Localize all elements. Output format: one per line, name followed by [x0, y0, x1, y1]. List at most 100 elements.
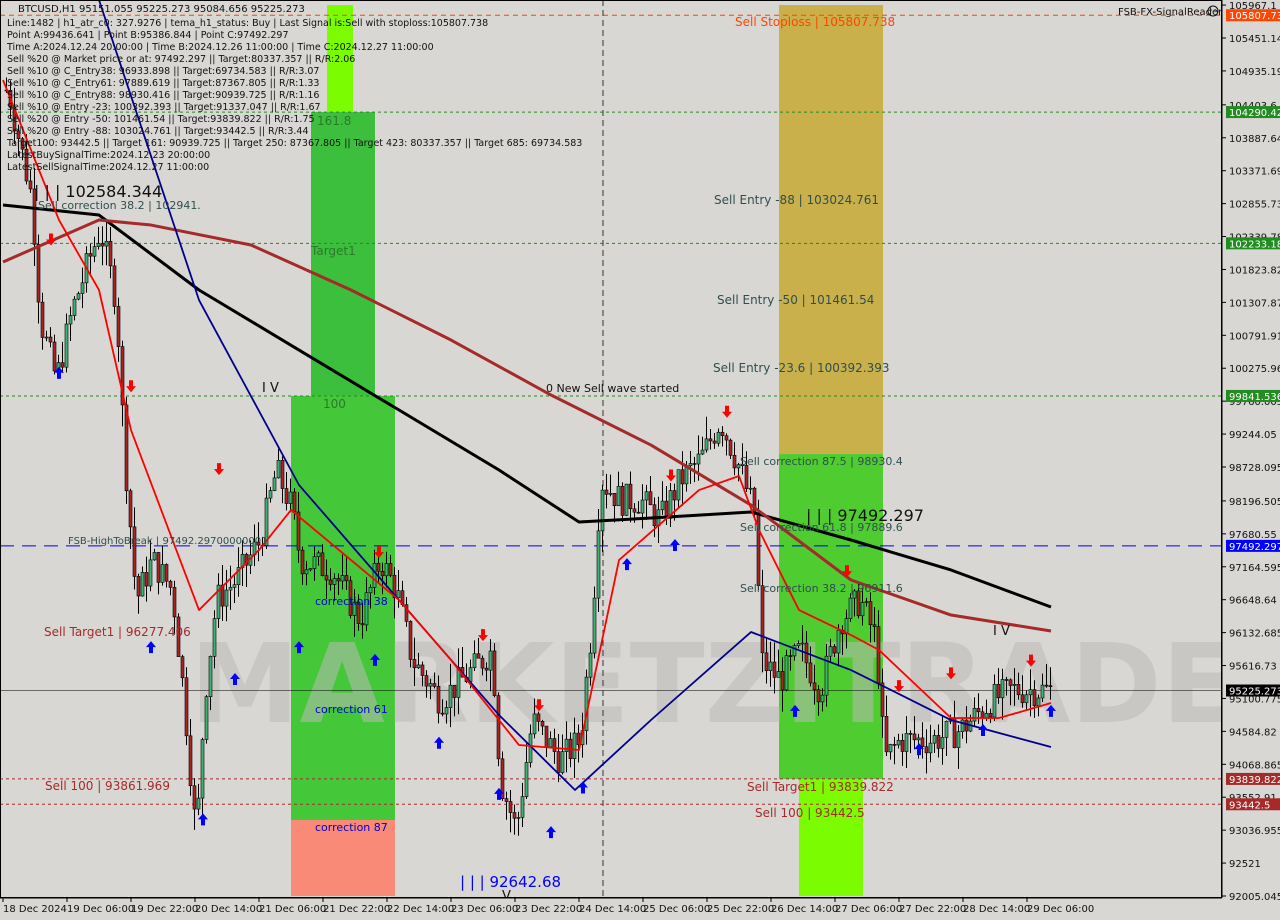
bull-candle	[608, 493, 613, 495]
bull-candle	[800, 642, 805, 645]
bull-candle	[992, 684, 997, 718]
bear-candle	[884, 716, 889, 753]
bull-candle	[896, 740, 901, 746]
info-line: Time A:2024.12.24 20:00:00 | Time B:2024…	[7, 42, 434, 53]
target-zone	[799, 778, 863, 896]
time-tick-label: 20 Dec 14:00	[195, 904, 262, 915]
bull-candle	[308, 568, 313, 571]
bear-candle	[1032, 689, 1037, 707]
price-tick-label: 101823.825	[1229, 265, 1280, 276]
bear-candle	[380, 570, 385, 577]
bear-candle	[292, 491, 297, 513]
bear-candle	[512, 812, 517, 819]
info-line: Sell %10 @ C_Entry38: 96933.898 || Targe…	[7, 66, 320, 77]
bull-candle	[820, 694, 825, 703]
bear-candle	[552, 738, 557, 752]
info-line: Sell %10 @ Entry -23: 100392.393 || Targ…	[7, 102, 321, 113]
bull-candle	[1028, 689, 1033, 696]
bull-candle	[864, 601, 869, 603]
bull-candle	[596, 530, 601, 599]
bear-candle	[484, 667, 489, 671]
bull-candle	[940, 737, 945, 749]
bull-candle	[776, 671, 781, 678]
bull-candle	[796, 643, 801, 646]
price-tick-label: 96648.64	[1229, 596, 1277, 607]
bear-candle	[752, 487, 757, 515]
bear-candle	[172, 587, 177, 618]
time-tick-label: 25 Dec 22:00	[707, 904, 774, 915]
info-line: LatestSellSignalTime:2024.12.27 11:00:00	[7, 162, 210, 173]
time-tick-label: 28 Dec 14:00	[963, 904, 1030, 915]
bull-candle	[140, 572, 145, 597]
sell-entry-88-label: Sell Entry -88 | 103024.761	[714, 193, 879, 207]
bear-candle	[996, 684, 1001, 699]
chart-window: MARKETZITRADE Sell Stoploss | 105807.738…	[0, 0, 1280, 920]
bull-candle	[384, 563, 389, 577]
bull-candle	[340, 575, 345, 582]
bear-candle	[128, 490, 133, 528]
bull-candle	[644, 491, 649, 501]
bull-candle	[152, 552, 157, 561]
bear-candle	[284, 488, 289, 504]
bear-candle	[900, 740, 905, 752]
info-line: LatestBuySignalTime:2024.12.23 20:00:00	[7, 150, 211, 161]
bear-candle	[28, 180, 33, 190]
bear-candle	[632, 508, 637, 513]
time-tick-label: 24 Dec 14:00	[579, 904, 646, 915]
bear-candle	[360, 623, 365, 626]
symbol-title: BTCUSD,H1 95151.055 95225.273 95084.656 …	[18, 4, 305, 15]
bull-candle	[792, 645, 797, 657]
bear-candle	[100, 243, 105, 247]
bear-candle	[1020, 694, 1025, 704]
bear-candle	[156, 552, 161, 583]
price-tick-label: 97164.595	[1229, 563, 1280, 574]
price-level-value: 104290.429	[1229, 108, 1280, 119]
buy-arrow-icon	[546, 826, 556, 839]
bear-candle	[1048, 685, 1053, 687]
time-tick-label: 19 Dec 22:00	[131, 904, 198, 915]
bull-candle	[1040, 684, 1045, 699]
sell-target1-left-label: Sell Target1 | 96277.406	[44, 625, 191, 639]
bear-candle	[180, 656, 185, 679]
bear-candle	[132, 526, 137, 577]
sell-arrow-icon	[722, 405, 732, 418]
info-line: Point A:99436.641 | Point B:95386.844 | …	[7, 30, 289, 41]
bull-candle	[660, 500, 665, 511]
bear-candle	[816, 689, 821, 703]
stoploss-label: Sell Stoploss | 105807.738	[735, 15, 895, 29]
bear-candle	[344, 575, 349, 582]
time-tick-label: 19 Dec 06:00	[67, 904, 134, 915]
bear-candle	[328, 579, 333, 585]
bull-candle	[860, 602, 865, 617]
bear-candle	[832, 646, 837, 654]
buy-arrow-icon	[146, 641, 156, 654]
sell-entry-50-label: Sell Entry -50 | 101461.54	[717, 293, 874, 307]
sell-correction-382-label: Sell correction 38.2 | 96911.6	[740, 582, 903, 595]
bear-candle	[612, 493, 617, 507]
bull-candle	[92, 246, 97, 257]
bear-candle	[924, 746, 929, 754]
bull-candle	[848, 597, 853, 619]
bull-candle	[616, 485, 621, 507]
price-tick-label: 104935.19	[1229, 67, 1280, 78]
info-line: Sell %20 @ Entry -50: 101461.54 || Targe…	[7, 114, 315, 125]
fib-100-label: 100	[323, 397, 346, 411]
price-tick-label: 105451.145	[1229, 34, 1280, 45]
price-level-value: 99841.536	[1229, 392, 1280, 403]
bear-candle	[872, 624, 877, 627]
bear-candle	[184, 677, 189, 737]
bear-candle	[168, 580, 173, 588]
bear-candle	[732, 455, 737, 469]
price-tick-label: 102855.735	[1229, 200, 1280, 211]
bear-candle	[880, 682, 885, 717]
bear-candle	[556, 751, 561, 773]
price-tick-label: 101307.87	[1229, 298, 1280, 309]
bull-candle	[288, 491, 293, 504]
price-tick-label: 95616.73	[1229, 662, 1277, 673]
bear-candle	[376, 563, 381, 572]
bull-candle	[688, 463, 693, 467]
sell-arrow-icon	[126, 380, 136, 393]
bull-candle	[600, 489, 605, 532]
bull-candle	[64, 323, 69, 368]
bear-candle	[420, 664, 425, 676]
